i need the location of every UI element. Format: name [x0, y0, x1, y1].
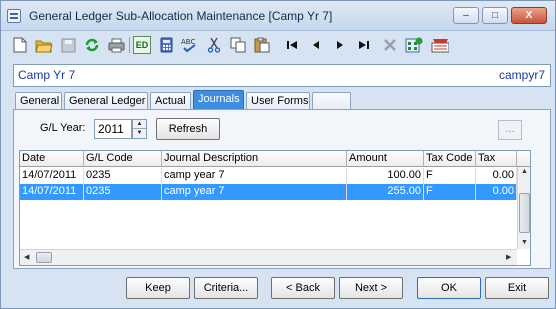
- toolbar: ED ABC: [5, 33, 551, 57]
- cell-date: 14/07/2011: [20, 168, 84, 184]
- gl-year-label: G/L Year:: [40, 122, 86, 134]
- column-header-amount[interactable]: Amount: [347, 151, 424, 167]
- print-icon[interactable]: [107, 36, 125, 54]
- paste-icon[interactable]: [253, 36, 271, 54]
- cell-description: camp year 7: [162, 168, 347, 184]
- delete-icon[interactable]: [381, 36, 399, 54]
- table-row[interactable]: 14/07/2011 0235 camp year 7 100.00 F 0.0…: [20, 168, 517, 184]
- cut-icon[interactable]: [205, 36, 223, 54]
- first-record-icon[interactable]: [283, 36, 301, 54]
- next-button[interactable]: Next >: [339, 277, 403, 299]
- table-row-selected[interactable]: 14/07/2011 0235 camp year 7 255.00 F 0.0…: [20, 184, 517, 200]
- cell-tax: 0.00: [476, 168, 517, 184]
- window-title: General Ledger Sub-Allocation Maintenanc…: [29, 9, 333, 23]
- criteria-button[interactable]: Criteria...: [194, 277, 258, 299]
- cell-description: camp year 7: [162, 184, 347, 200]
- calculator-icon[interactable]: [157, 36, 175, 54]
- tab-user-forms[interactable]: User Forms: [246, 92, 310, 110]
- vertical-scroll-thumb[interactable]: [519, 193, 530, 233]
- column-header-date[interactable]: Date: [20, 151, 84, 167]
- year-spinner[interactable]: ▲ ▼: [132, 119, 147, 139]
- column-header-tax[interactable]: Tax: [476, 151, 517, 167]
- column-header-tax-code[interactable]: Tax Code: [424, 151, 476, 167]
- scroll-up-icon[interactable]: ▲: [521, 168, 528, 175]
- tab-actual[interactable]: Actual: [150, 92, 191, 110]
- edit-mode-icon[interactable]: ED: [133, 36, 151, 54]
- spin-up-icon[interactable]: ▲: [133, 120, 146, 129]
- tab-general[interactable]: General: [15, 92, 62, 110]
- horizontal-scroll-thumb[interactable]: [36, 252, 52, 263]
- scroll-right-icon[interactable]: ▶: [506, 253, 511, 261]
- window: General Ledger Sub-Allocation Maintenanc…: [0, 0, 556, 309]
- title-bar[interactable]: General Ledger Sub-Allocation Maintenanc…: [1, 1, 555, 31]
- keep-button[interactable]: Keep: [126, 277, 190, 299]
- add-record-icon[interactable]: [405, 36, 423, 54]
- maximize-button[interactable]: □: [482, 7, 508, 24]
- copy-icon[interactable]: [229, 36, 247, 54]
- ok-button[interactable]: OK: [417, 277, 481, 299]
- cell-date: 14/07/2011: [20, 184, 84, 200]
- entity-header: Camp Yr 7 campyr7: [13, 64, 551, 87]
- cell-tax-code: F: [424, 168, 476, 184]
- cell-amount: 255.00: [347, 184, 424, 200]
- open-folder-icon[interactable]: [35, 36, 53, 54]
- journals-panel: G/L Year: 2011 ▲ ▼ Refresh ... Date G/L …: [13, 109, 551, 269]
- minimize-button[interactable]: –: [453, 7, 479, 24]
- cell-gl-code: 0235: [84, 168, 162, 184]
- cell-tax-code: F: [424, 184, 476, 200]
- horizontal-scrollbar[interactable]: ◀ ▶: [20, 249, 517, 265]
- next-record-icon[interactable]: [331, 36, 349, 54]
- entity-code: campyr7: [498, 68, 545, 82]
- entity-name: Camp Yr 7: [18, 68, 76, 82]
- cell-tax: 0.00: [476, 184, 517, 200]
- exit-button[interactable]: Exit: [485, 277, 549, 299]
- back-button[interactable]: < Back: [271, 277, 335, 299]
- spellcheck-icon[interactable]: ABC: [181, 36, 199, 54]
- new-document-icon[interactable]: [11, 36, 29, 54]
- previous-record-icon[interactable]: [307, 36, 325, 54]
- cell-amount: 100.00: [347, 168, 424, 184]
- spin-down-icon[interactable]: ▼: [133, 129, 146, 138]
- cell-gl-code: 0235: [84, 184, 162, 200]
- svg-text:ABC: ABC: [181, 38, 195, 46]
- scroll-left-icon[interactable]: ◀: [24, 253, 29, 261]
- last-record-icon[interactable]: [355, 36, 373, 54]
- close-button[interactable]: X: [511, 7, 547, 24]
- save-icon[interactable]: [59, 36, 77, 54]
- grid-header: Date G/L Code Journal Description Amount…: [20, 151, 530, 167]
- tab-general-ledger[interactable]: General Ledger: [64, 92, 148, 110]
- refresh-button[interactable]: Refresh: [156, 118, 220, 140]
- report-icon[interactable]: [431, 36, 449, 54]
- column-header-gl-code[interactable]: G/L Code: [84, 151, 162, 167]
- vertical-scrollbar[interactable]: ▲ ▼: [517, 167, 530, 249]
- gl-year-input[interactable]: 2011: [94, 119, 132, 139]
- refresh-icon[interactable]: [83, 36, 101, 54]
- ellipsis-button[interactable]: ...: [498, 120, 522, 140]
- app-icon: [7, 9, 21, 23]
- scroll-down-icon[interactable]: ▼: [521, 239, 528, 246]
- journals-grid[interactable]: Date G/L Code Journal Description Amount…: [19, 150, 531, 266]
- column-header-description[interactable]: Journal Description: [162, 151, 347, 167]
- tab-blank[interactable]: [312, 92, 351, 110]
- tab-journals[interactable]: Journals: [193, 90, 244, 110]
